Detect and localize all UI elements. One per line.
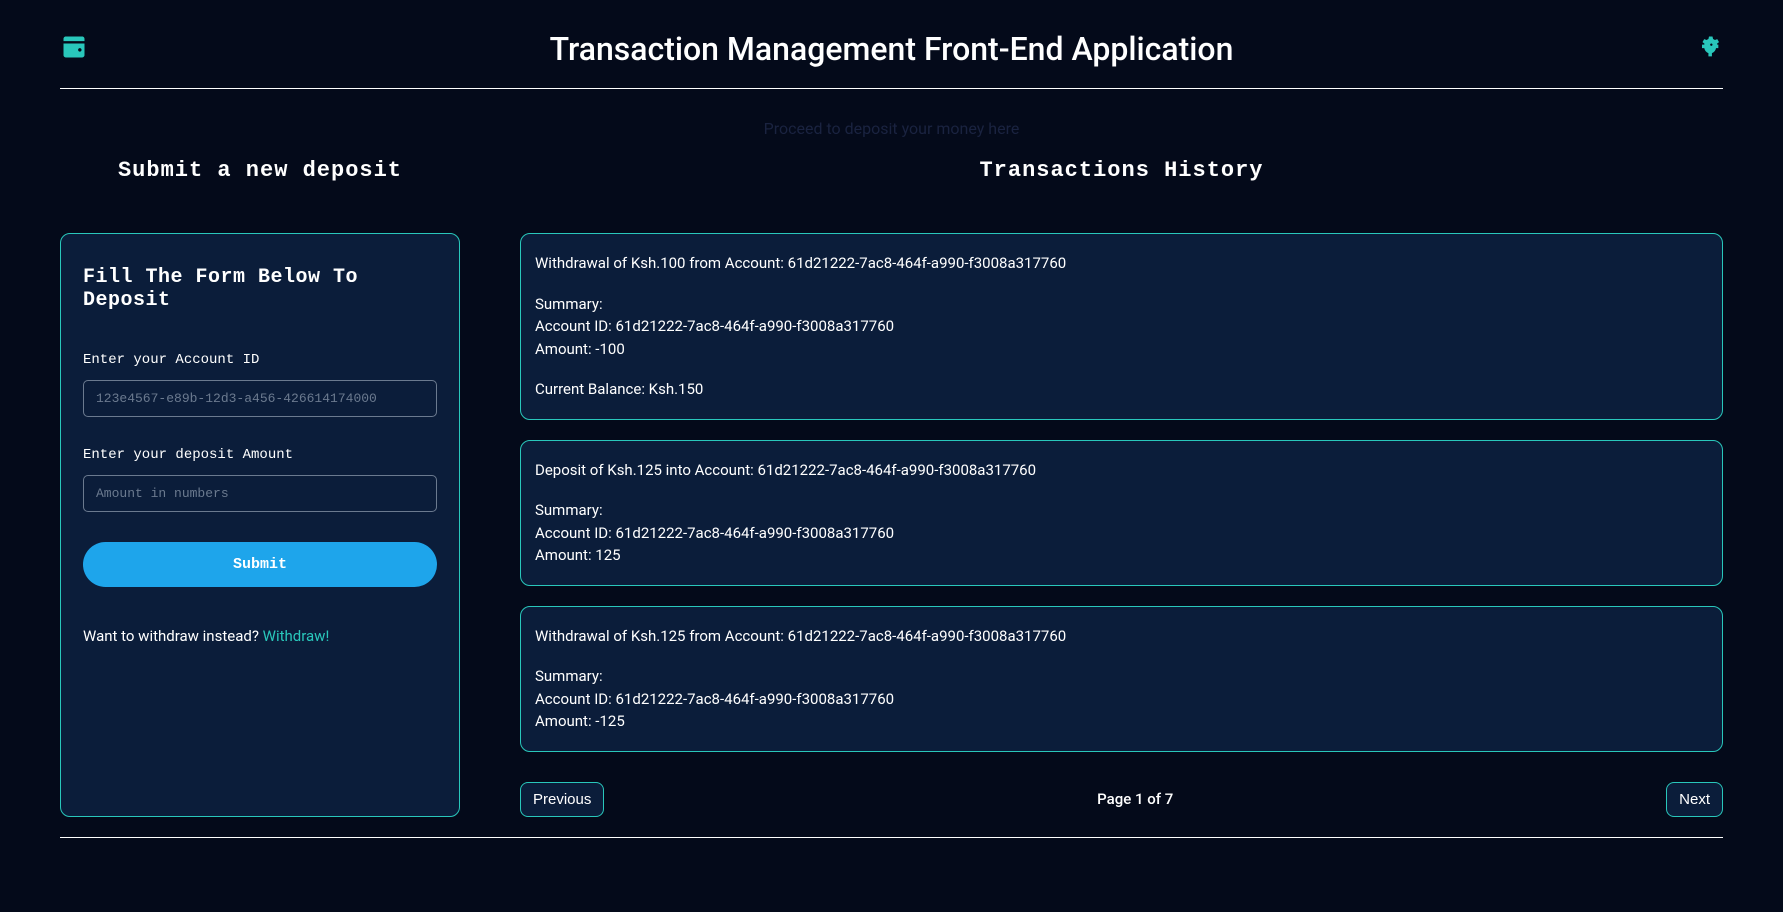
- transaction-amount-line: Amount: -125: [535, 710, 1708, 733]
- next-button[interactable]: Next: [1666, 782, 1723, 817]
- transaction-summary-label: Summary:: [535, 293, 1708, 316]
- transaction-headline: Withdrawal of Ksh.100 from Account: 61d2…: [535, 252, 1708, 275]
- section-headers-row: Submit a new deposit Transactions Histor…: [60, 158, 1723, 183]
- pagination-bar: Previous Page 1 of 7 Next: [520, 782, 1723, 817]
- transaction-balance-line: Current Balance: Ksh.150: [535, 378, 1708, 401]
- subtitle-text: Proceed to deposit your money here: [60, 119, 1723, 138]
- transaction-account-line: Account ID: 61d21222-7ac8-464f-a990-f300…: [535, 522, 1708, 545]
- form-title: Fill The Form Below To Deposit: [83, 266, 437, 312]
- transaction-account-line: Account ID: 61d21222-7ac8-464f-a990-f300…: [535, 315, 1708, 338]
- history-section-title: Transactions History: [520, 158, 1723, 183]
- amount-input[interactable]: [83, 475, 437, 512]
- transaction-summary-label: Summary:: [535, 665, 1708, 688]
- transaction-account-line: Account ID: 61d21222-7ac8-464f-a990-f300…: [535, 688, 1708, 711]
- withdraw-prompt: Want to withdraw instead? Withdraw!: [83, 627, 437, 645]
- transaction-summary-label: Summary:: [535, 499, 1708, 522]
- transaction-amount-line: Amount: -100: [535, 338, 1708, 361]
- account-id-input[interactable]: [83, 380, 437, 417]
- amount-label: Enter your deposit Amount: [83, 447, 437, 463]
- piggy-bank-icon: [1695, 33, 1723, 65]
- transaction-headline: Deposit of Ksh.125 into Account: 61d2122…: [535, 459, 1708, 482]
- withdraw-link[interactable]: Withdraw!: [263, 627, 330, 645]
- previous-button[interactable]: Previous: [520, 782, 604, 817]
- transaction-card: Withdrawal of Ksh.100 from Account: 61d2…: [520, 233, 1723, 420]
- footer-divider: [60, 837, 1723, 838]
- deposit-section-title: Submit a new deposit: [60, 158, 460, 183]
- app-header: Transaction Management Front-End Applica…: [60, 30, 1723, 89]
- transaction-amount-line: Amount: 125: [535, 544, 1708, 567]
- withdraw-prompt-text: Want to withdraw instead?: [83, 627, 263, 645]
- submit-button[interactable]: Submit: [83, 542, 437, 587]
- page-title: Transaction Management Front-End Applica…: [88, 30, 1695, 68]
- wallet-icon: [60, 33, 88, 65]
- transaction-headline: Withdrawal of Ksh.125 from Account: 61d2…: [535, 625, 1708, 648]
- transaction-card: Withdrawal of Ksh.125 from Account: 61d2…: [520, 606, 1723, 752]
- page-info: Page 1 of 7: [1097, 790, 1173, 808]
- transaction-card: Deposit of Ksh.125 into Account: 61d2122…: [520, 440, 1723, 586]
- deposit-form-panel: Fill The Form Below To Deposit Enter you…: [60, 233, 460, 817]
- account-id-label: Enter your Account ID: [83, 352, 437, 368]
- history-panel: Withdrawal of Ksh.100 from Account: 61d2…: [520, 233, 1723, 817]
- main-content: Fill The Form Below To Deposit Enter you…: [60, 233, 1723, 817]
